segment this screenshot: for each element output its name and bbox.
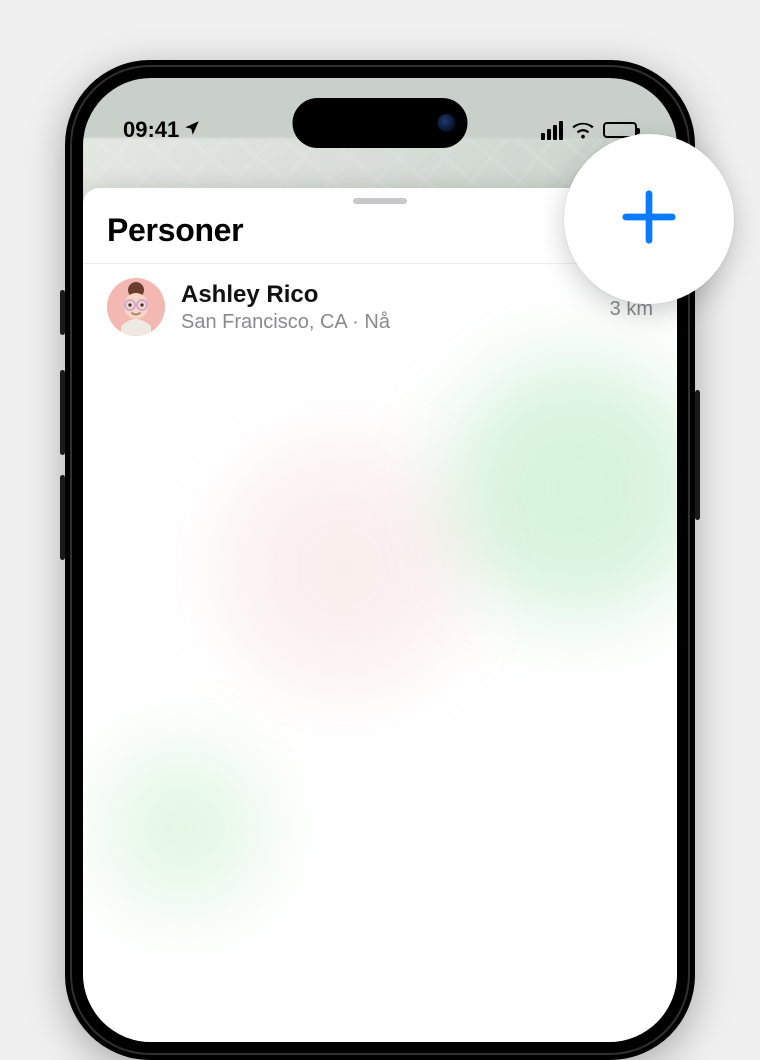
volume-up-button	[60, 370, 65, 455]
sheet-grabber[interactable]	[353, 198, 407, 204]
cellular-icon	[541, 121, 563, 140]
status-right	[541, 121, 637, 140]
person-info: Ashley Rico San Francisco, CA · Nå	[181, 281, 594, 334]
plus-icon	[618, 186, 680, 253]
add-button[interactable]	[564, 134, 734, 304]
decorative-blob	[223, 448, 463, 688]
location-icon	[183, 117, 201, 143]
wifi-icon	[571, 121, 595, 139]
people-sheet[interactable]: Personer	[83, 188, 677, 1042]
side-button	[60, 290, 65, 335]
decorative-blob	[447, 358, 677, 618]
status-left: 09:41	[123, 117, 201, 143]
volume-down-button	[60, 475, 65, 560]
avatar	[107, 278, 165, 336]
power-button	[695, 390, 700, 520]
person-subtitle: San Francisco, CA · Nå	[181, 311, 594, 334]
person-name: Ashley Rico	[181, 281, 594, 309]
sheet-title: Personer	[107, 212, 243, 249]
status-time: 09:41	[123, 117, 179, 143]
front-camera	[438, 114, 456, 132]
dynamic-island	[293, 98, 468, 148]
decorative-blob	[103, 748, 263, 908]
